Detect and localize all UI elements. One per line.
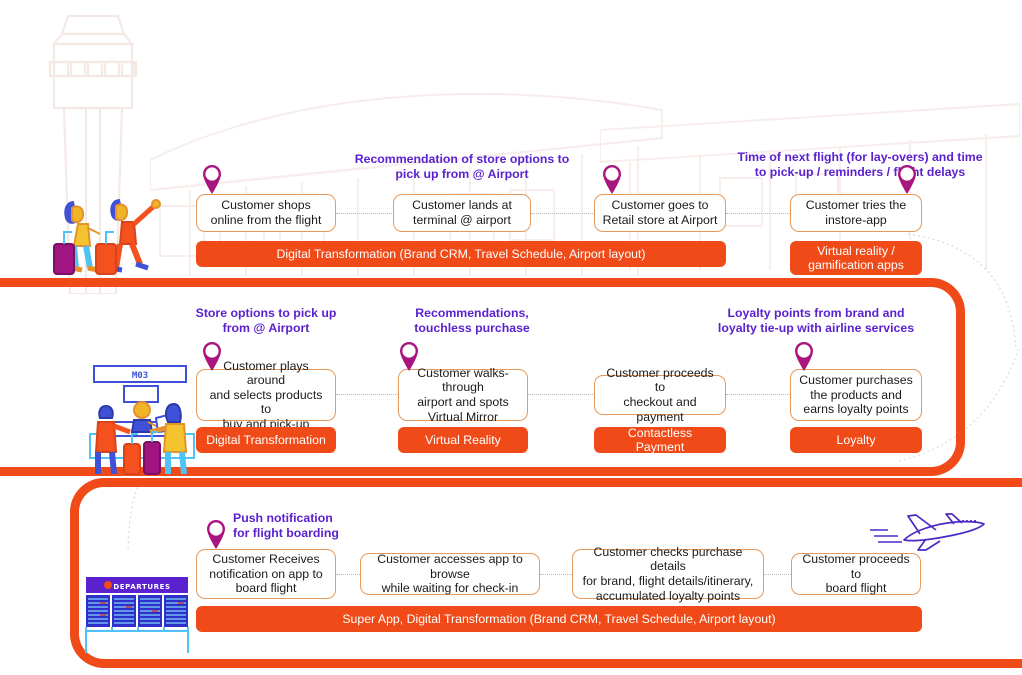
map-pin-icon	[203, 342, 221, 371]
step-box[interactable]: Customer purchases the products and earn…	[790, 369, 922, 421]
connector-3-1	[336, 574, 360, 575]
map-pin-icon	[603, 165, 621, 194]
step-box[interactable]: Customer shops online from the flight	[196, 194, 336, 232]
step-box[interactable]: Customer proceeds to checkout and paymen…	[594, 366, 726, 424]
capability-pill[interactable]: Virtual reality / gamification apps	[790, 241, 922, 275]
step-box[interactable]: Customer tries the instore-app	[790, 194, 922, 232]
capability-pill[interactable]: Super App, Digital Transformation (Brand…	[196, 606, 922, 632]
step-box[interactable]: Customer proceeds to board flight	[791, 552, 921, 595]
map-pin-icon	[207, 520, 225, 549]
note-band1-2: Time of next flight (for lay-overs) and …	[737, 150, 983, 179]
note-band2-2: Recommendations, touchless purchase	[414, 306, 530, 335]
capability-pill[interactable]: Loyalty	[790, 427, 922, 453]
connector-3-3	[764, 574, 791, 575]
capability-pill[interactable]: Virtual Reality	[398, 427, 528, 453]
capability-pill[interactable]: Digital Transformation (Brand CRM, Trave…	[196, 241, 726, 267]
connector-1-3	[726, 213, 790, 214]
note-band2-3: Loyalty points from brand and loyalty ti…	[717, 306, 915, 335]
step-box[interactable]: Customer plays around and selects produc…	[196, 359, 336, 431]
airplane-icon	[870, 513, 985, 551]
map-pin-icon	[795, 342, 813, 371]
two-travellers-illustration	[53, 199, 161, 275]
check-in-counter-illustration: M03	[89, 365, 195, 475]
map-pin-icon	[898, 165, 916, 194]
connector-2-1	[336, 394, 398, 395]
step-box[interactable]: Customer lands at terminal @ airport	[393, 194, 531, 232]
diagram-canvas: M03 DEPARTURES Recommendation of store o…	[0, 0, 1022, 675]
capability-pill[interactable]: Contactless Payment	[594, 426, 726, 454]
connector-2-2	[528, 394, 595, 395]
connector-1-1	[336, 213, 394, 214]
step-box[interactable]: Customer walks-through airport and spots…	[398, 366, 528, 424]
step-box[interactable]: Customer goes to Retail store at Airport	[594, 194, 726, 232]
counter-sign-label: M03	[132, 371, 148, 381]
map-pin-icon	[400, 342, 418, 371]
capability-pill[interactable]: Digital Transformation	[196, 427, 336, 453]
note-band2-1: Store options to pick up from @ Airport	[195, 306, 337, 335]
connector-2-3	[726, 394, 790, 395]
note-band3-1: Push notification for flight boarding	[233, 511, 339, 540]
departures-board-label: DEPARTURES	[113, 583, 170, 591]
step-box[interactable]: Customer Receives notification on app to…	[196, 549, 336, 599]
connector-1-2	[531, 213, 595, 214]
departures-board-illustration: DEPARTURES	[85, 577, 189, 653]
step-box[interactable]: Customer checks purchase details for bra…	[572, 545, 764, 603]
step-box[interactable]: Customer accesses app to browse while wa…	[360, 552, 540, 595]
map-pin-icon	[203, 165, 221, 194]
connector-3-2	[540, 574, 572, 575]
